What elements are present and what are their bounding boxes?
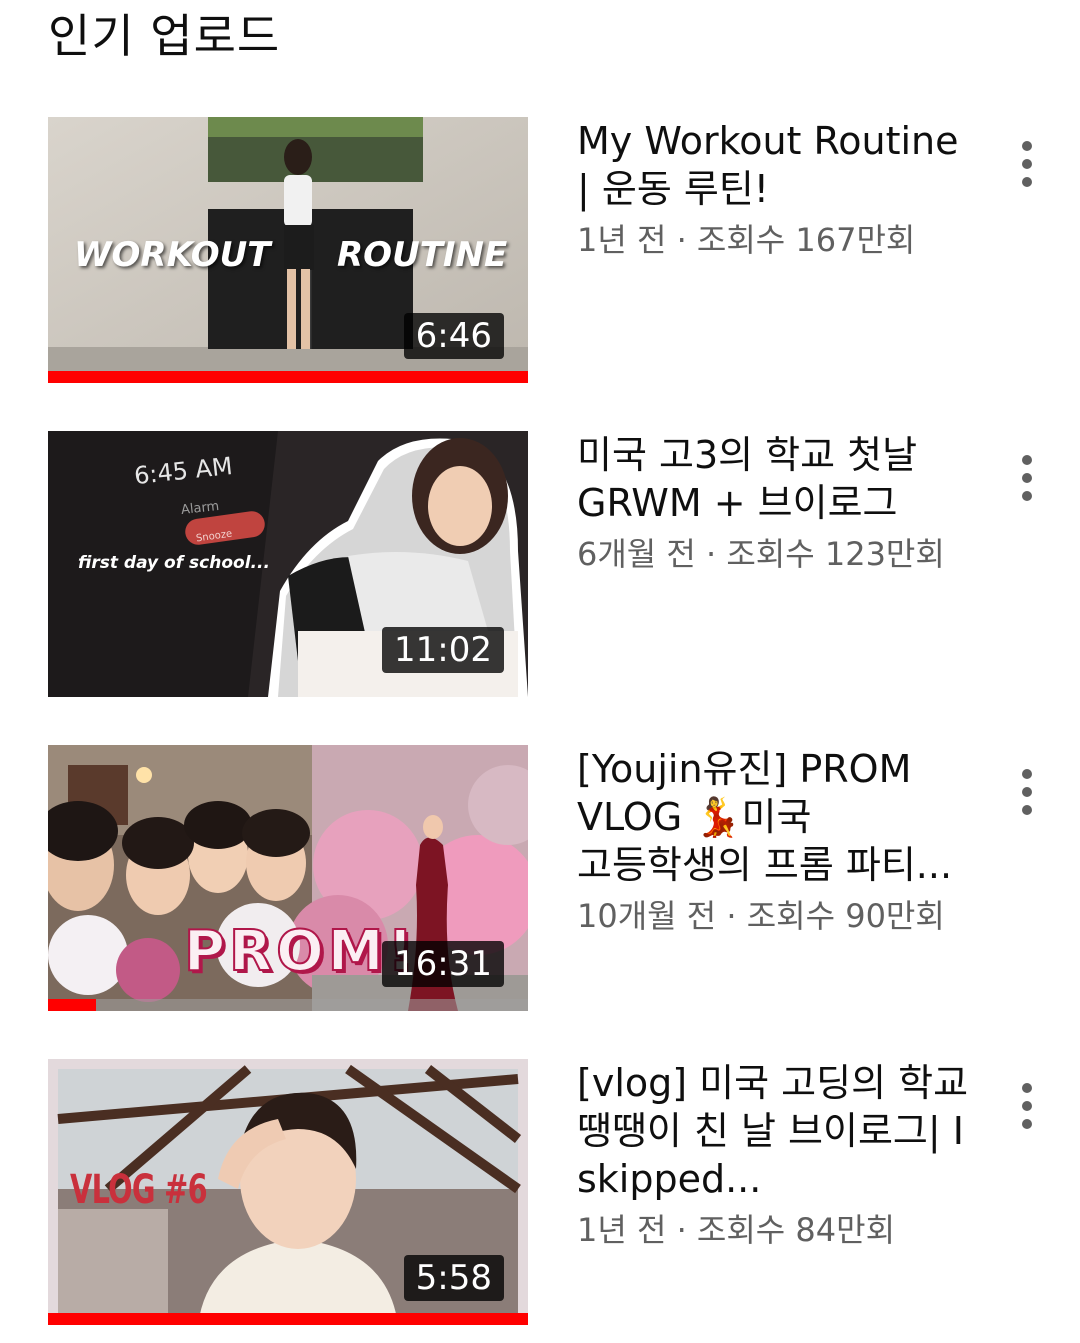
video-stats: 1년 전 · 조회수 167만회 xyxy=(577,221,916,259)
video-stats: 10개월 전 · 조회수 90만회 xyxy=(577,897,945,935)
video-thumbnail[interactable]: PROM! 16:31 xyxy=(48,745,528,1011)
video-thumbnail[interactable]: VLOG #6 5:58 xyxy=(48,1059,528,1325)
video-thumbnail[interactable]: WORKOUT ROUTINE 6:46 xyxy=(48,117,528,383)
more-vert-icon[interactable] xyxy=(1006,1075,1050,1135)
thumbnail-overlay-left: WORKOUT xyxy=(74,235,271,275)
watch-progress-fill xyxy=(48,371,528,383)
video-title[interactable]: 미국 고3의 학교 첫날 GRWM + 브이로그 xyxy=(577,431,977,527)
duration-badge: 11:02 xyxy=(382,627,504,673)
video-meta: My Workout Routine | 운동 루틴! 1년 전 · 조회수 1… xyxy=(577,117,977,261)
dot xyxy=(1022,491,1032,501)
duration-badge: 6:46 xyxy=(403,313,504,359)
duration-badge: 16:31 xyxy=(382,941,504,987)
dot xyxy=(1022,805,1032,815)
dot xyxy=(1022,141,1032,151)
video-meta: [vlog] 미국 고딩의 학교 땡땡이 친 날 브이로그| I skipped… xyxy=(577,1059,977,1251)
more-vert-icon[interactable] xyxy=(1006,133,1050,193)
dot xyxy=(1022,177,1032,187)
dot xyxy=(1022,473,1032,483)
dot xyxy=(1022,787,1032,797)
video-item[interactable]: PROM! 16:31 [Youjin유진] PROM VLOG 💃미국 고등학… xyxy=(0,745,1080,1011)
video-stats: 6개월 전 · 조회수 123만회 xyxy=(577,535,945,573)
watch-progress-bar xyxy=(48,1313,528,1325)
video-meta: 미국 고3의 학교 첫날 GRWM + 브이로그 6개월 전 · 조회수 123… xyxy=(577,431,977,575)
more-vert-icon[interactable] xyxy=(1006,447,1050,507)
video-meta: [Youjin유진] PROM VLOG 💃미국 고등학생의 프롬 파티... … xyxy=(577,745,977,937)
watch-progress-fill xyxy=(48,1313,528,1325)
watch-progress-bar xyxy=(48,999,528,1011)
video-title[interactable]: [vlog] 미국 고딩의 학교 땡땡이 친 날 브이로그| I skipped… xyxy=(577,1059,977,1203)
dot xyxy=(1022,159,1032,169)
watch-progress-fill xyxy=(48,999,96,1011)
thumbnail-overlay-text: VLOG #6 xyxy=(70,1167,208,1213)
video-item[interactable]: VLOG #6 5:58 [vlog] 미국 고딩의 학교 땡땡이 친 날 브이… xyxy=(0,1059,1080,1325)
dot xyxy=(1022,1101,1032,1111)
video-item[interactable]: WORKOUT ROUTINE 6:46 My Workout Routine … xyxy=(0,117,1080,383)
video-title[interactable]: [Youjin유진] PROM VLOG 💃미국 고등학생의 프롬 파티... xyxy=(577,745,977,889)
watch-progress-bar xyxy=(48,371,528,383)
dot xyxy=(1022,455,1032,465)
dot xyxy=(1022,769,1032,779)
thumbnail-caption: first day of school... xyxy=(78,553,270,573)
video-thumbnail[interactable]: 6:45 AM Alarm Snooze first day of school… xyxy=(48,431,528,697)
section-title: 인기 업로드 xyxy=(48,9,281,63)
video-item[interactable]: 6:45 AM Alarm Snooze first day of school… xyxy=(0,431,1080,697)
duration-badge: 5:58 xyxy=(403,1255,504,1301)
video-title[interactable]: My Workout Routine | 운동 루틴! xyxy=(577,117,977,213)
dot xyxy=(1022,1119,1032,1129)
thumbnail-overlay-right: ROUTINE xyxy=(337,235,508,275)
video-stats: 1년 전 · 조회수 84만회 xyxy=(577,1211,896,1249)
dot xyxy=(1022,1083,1032,1093)
more-vert-icon[interactable] xyxy=(1006,761,1050,821)
